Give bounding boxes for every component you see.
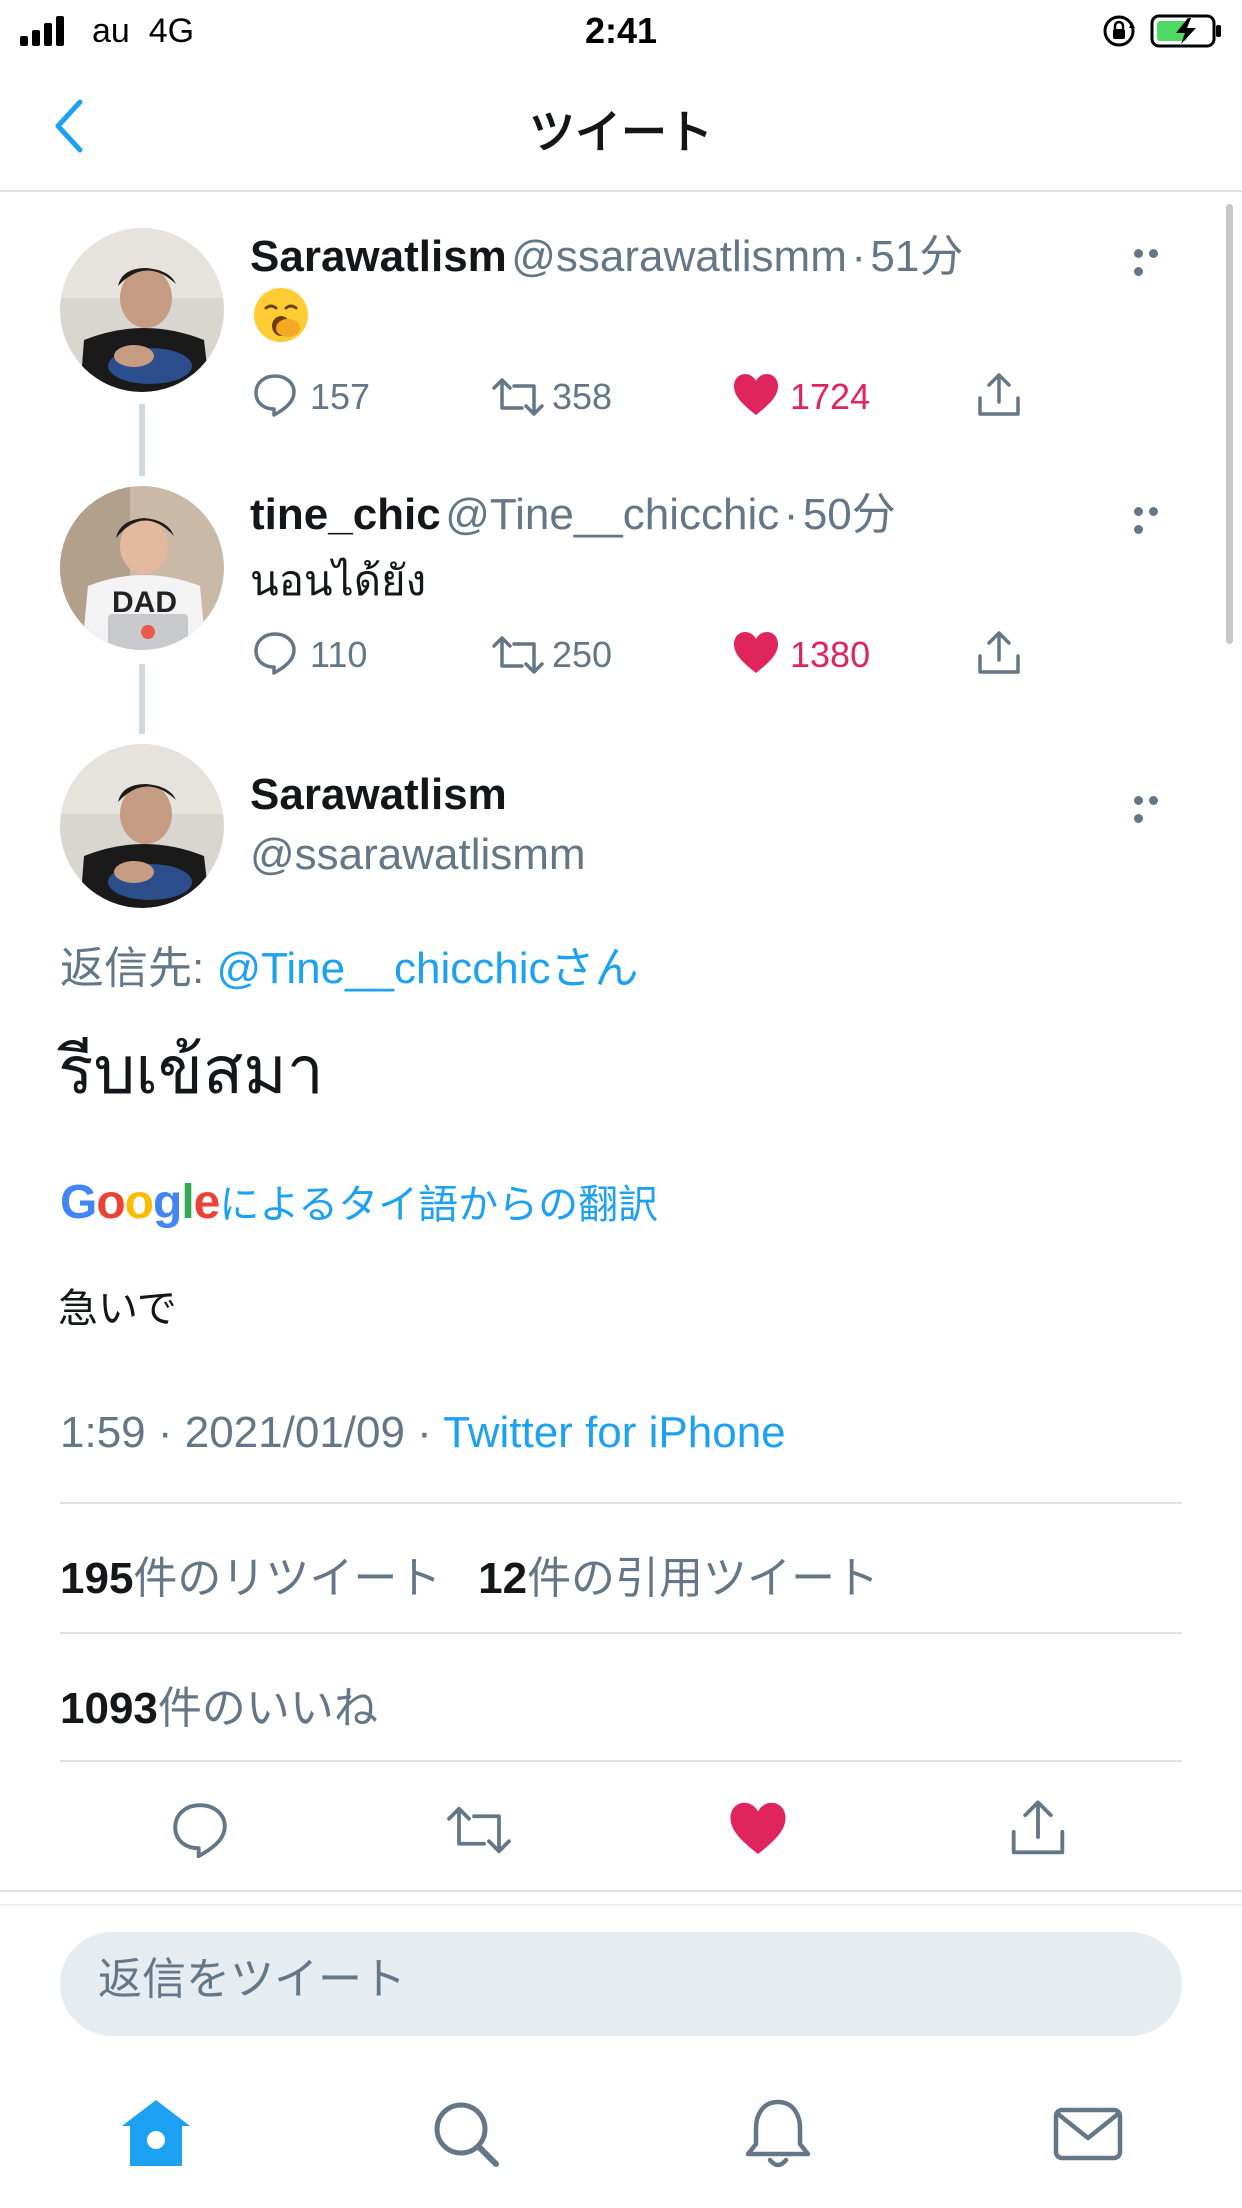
tweet-source-link[interactable]: Twitter for iPhone [443,1408,785,1457]
home-icon[interactable] [116,2094,196,2174]
translated-text: 急いで [58,1287,177,1331]
reply-to-prefix: 返信先: [60,944,217,993]
retweet-icon[interactable] [490,632,546,678]
user-handle[interactable]: @ssarawatlismm [250,830,586,880]
like-count: 1724 [790,376,871,417]
notifications-icon[interactable] [738,2094,818,2174]
scrollbar[interactable] [1226,204,1233,644]
translation-label: によるタイ語からの翻訳 [219,1183,659,1227]
like-stat[interactable]: 1093件のいいね [60,1672,378,1736]
tweet-header: Sarawatlism @ssarawatlismm · 51分 [250,220,963,284]
battery-charging-icon [1150,14,1221,48]
avatar[interactable]: DAD [60,486,224,650]
user-handle[interactable]: @ssarawatlismm [511,232,847,281]
retweet-stat-count: 195 [60,1554,134,1603]
tweet-actions: 110 250 1380 [250,630,1030,680]
share-icon[interactable] [974,370,1024,420]
search-icon[interactable] [426,2094,506,2174]
quote-stat-label: 件の引用ツイート [527,1554,880,1603]
yawning-face-emoji [254,288,308,342]
divider [60,1760,1182,1762]
reply-count: 110 [310,634,368,675]
tweet-text: รีบเข้สมา [58,1033,324,1107]
messages-icon[interactable] [1048,2094,1128,2174]
tweet-time: 51分 [870,232,964,281]
share-icon[interactable] [974,628,1024,678]
more-options-icon[interactable] [1134,245,1178,276]
retweet-icon[interactable] [444,1800,514,1860]
reply-box[interactable] [60,1932,1182,2036]
rotation-lock-icon [1103,15,1135,47]
translation-attribution[interactable]: Googleによるタイ語からの翻訳 [60,1172,658,1230]
user-handle[interactable]: @Tine__chicchic [445,490,779,539]
like-stat-count: 1093 [60,1684,158,1733]
divider [0,1904,1242,1906]
header-divider [0,190,1242,192]
separator-dot: · [851,232,866,281]
avatar[interactable] [60,228,224,392]
display-name[interactable]: tine_chic [250,490,441,539]
retweet-count: 358 [552,376,613,417]
reply-icon[interactable] [252,372,298,418]
retweet-icon[interactable] [490,374,546,420]
retweet-count: 250 [552,634,613,675]
tweet-timestamp: 1:59 · 2021/01/09 · [60,1408,444,1457]
reply-icon[interactable] [170,1800,230,1860]
tweet-header: tine_chic @Tine__chicchic · 50分 [250,478,896,542]
thread-line [139,404,145,476]
google-logo: Google [60,1176,220,1229]
status-time: 2:41 [584,10,658,51]
heart-liked-icon[interactable] [728,1800,788,1858]
divider [60,1632,1182,1634]
heart-liked-icon[interactable] [732,372,780,418]
tweet-text: นอนได้ยัง [250,557,427,604]
tweet-time: 50分 [802,490,896,539]
separator-dot: · [783,490,799,539]
like-stat-label: 件のいいね [157,1684,378,1733]
page-title: ツイート [529,106,713,158]
divider [0,1890,1242,1892]
share-icon[interactable] [1006,1796,1070,1860]
quote-stat-count: 12 [478,1554,528,1603]
reply-count: 157 [310,376,371,417]
more-options-icon[interactable] [1134,792,1178,823]
display-name[interactable]: Sarawatlism [250,232,507,281]
display-name[interactable]: Sarawatlism [250,770,507,820]
divider [60,1502,1182,1504]
retweet-stat[interactable]: 195件のリツイート [60,1554,441,1603]
status-bar: au 4G 2:41 [0,0,1242,64]
tweet-meta: 1:59 · 2021/01/09 · Twitter for iPhone [60,1408,786,1458]
more-options-icon[interactable] [1134,503,1178,534]
reply-icon[interactable] [252,630,298,676]
tweet-actions: 157 358 1724 [250,372,1030,422]
retweet-stat-label: 件のリツイート [133,1554,442,1603]
quote-stat[interactable]: 12件の引用ツイート [478,1554,879,1603]
like-count: 1380 [790,634,871,675]
thread-line [139,664,145,734]
reply-input[interactable] [96,1954,1140,2006]
engagement-stats: 195件のリツイート 12件の引用ツイート [60,1542,879,1606]
reply-to-link[interactable]: @Tine__chicchicさん [216,944,638,993]
heart-liked-icon[interactable] [732,630,780,676]
avatar[interactable] [60,744,224,908]
reply-to-line: 返信先: @Tine__chicchicさん [60,932,639,996]
